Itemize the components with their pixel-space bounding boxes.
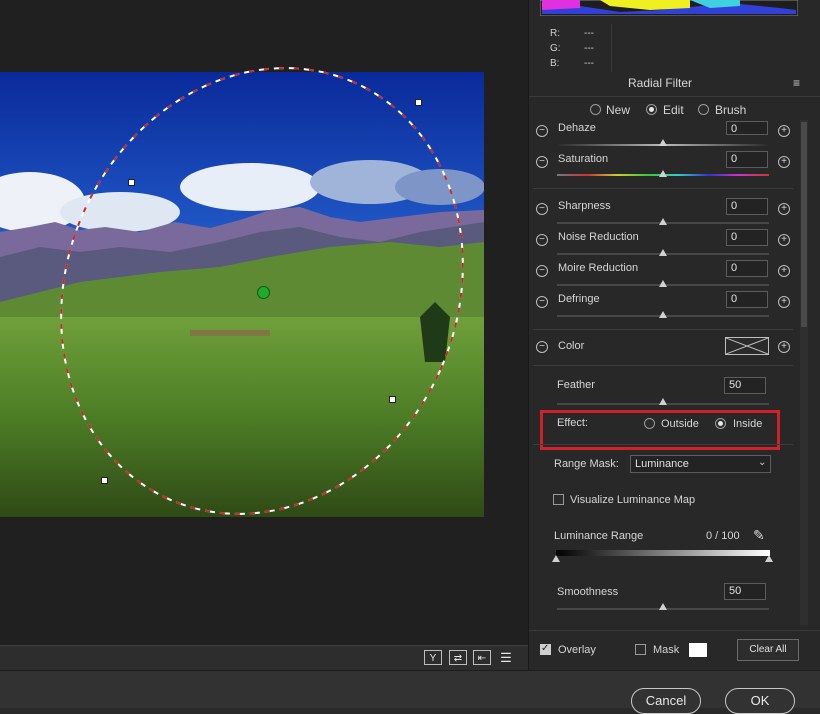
dehaze-minus-button[interactable]: − [536, 125, 548, 137]
divider [533, 329, 793, 330]
moire-reduction-slider-thumb[interactable] [659, 280, 667, 287]
defringe-label: Defringe [558, 293, 600, 305]
noise-reduction-plus-button[interactable]: + [778, 234, 790, 246]
mode-brush-radio[interactable] [698, 104, 709, 115]
smoothness-slider-thumb[interactable] [659, 603, 667, 610]
adjustment-panel [528, 0, 820, 670]
effect-label: Effect: [557, 417, 588, 429]
defringe-slider-thumb[interactable] [659, 311, 667, 318]
moire-reduction-plus-button[interactable]: + [778, 265, 790, 277]
moire-reduction-value[interactable]: 0 [726, 260, 768, 277]
moire-reduction-label: Moire Reduction [558, 262, 639, 274]
mask-color-swatch[interactable] [689, 643, 707, 657]
r-label: R: [550, 28, 560, 39]
saturation-minus-button[interactable]: − [536, 156, 548, 168]
color-minus-button[interactable]: − [536, 341, 548, 353]
y-compare-icon[interactable]: Y [424, 650, 442, 665]
feather-value[interactable]: 50 [724, 377, 766, 394]
chevron-down-icon[interactable]: ⌄ [758, 457, 766, 468]
effect-outside-label[interactable]: Outside [661, 418, 699, 430]
swap-icon[interactable]: ⇄ [449, 650, 467, 665]
defringe-minus-button[interactable]: − [536, 296, 548, 308]
dehaze-slider-thumb[interactable] [659, 139, 667, 146]
effect-inside-label[interactable]: Inside [733, 418, 762, 430]
noise-reduction-slider-thumb[interactable] [659, 249, 667, 256]
feather-slider-thumb[interactable] [659, 398, 667, 405]
defringe-value[interactable]: 0 [726, 291, 768, 308]
b-value: --- [584, 58, 594, 69]
dehaze-plus-button[interactable]: + [778, 125, 790, 137]
noise-reduction-label: Noise Reduction [558, 231, 639, 243]
cancel-button[interactable]: Cancel [631, 688, 701, 714]
luminance-range-label: Luminance Range [554, 530, 644, 542]
ok-button[interactable]: OK [725, 688, 795, 714]
noise-reduction-minus-button[interactable]: − [536, 234, 548, 246]
g-label: G: [550, 43, 561, 54]
r-value: --- [584, 28, 594, 39]
defringe-plus-button[interactable]: + [778, 296, 790, 308]
divider [533, 444, 793, 445]
copy-settings-icon[interactable]: ⇤ [473, 650, 491, 665]
sharpness-label: Sharpness [558, 200, 611, 212]
effect-outside-radio[interactable] [644, 418, 655, 429]
g-value: --- [584, 43, 594, 54]
moire-reduction-minus-button[interactable]: − [536, 265, 548, 277]
smoothness-value[interactable]: 50 [724, 583, 766, 600]
overlay-checkbox[interactable] [540, 643, 551, 655]
saturation-slider-thumb[interactable] [659, 170, 667, 177]
range-mask-select[interactable]: Luminance [630, 455, 771, 473]
divider [529, 630, 820, 631]
effect-inside-radio[interactable] [715, 418, 726, 429]
mode-edit-radio[interactable] [646, 104, 657, 115]
saturation-plus-button[interactable]: + [778, 156, 790, 168]
luminance-low-thumb[interactable] [552, 555, 560, 562]
sliders-icon[interactable]: ☰ [497, 650, 515, 665]
saturation-label: Saturation [558, 153, 609, 165]
luminance-range-gradient[interactable] [556, 550, 770, 556]
panel-title: Radial Filter [627, 76, 693, 90]
color-label: Color [558, 340, 585, 352]
clear-all-button[interactable]: Clear All [737, 639, 799, 661]
visualize-luminance-label[interactable]: Visualize Luminance Map [570, 494, 695, 506]
feather-label: Feather [557, 379, 595, 391]
visualize-luminance-checkbox[interactable] [553, 494, 564, 505]
divider [533, 365, 793, 366]
mode-edit-label[interactable]: Edit [663, 103, 684, 117]
luminance-range-value: 0 / 100 [706, 530, 740, 542]
divider [533, 188, 793, 189]
dehaze-value[interactable]: 0 [726, 121, 768, 135]
hamburger-icon[interactable]: ≡ [793, 76, 800, 90]
eyedropper-icon[interactable]: ✎ [753, 527, 765, 544]
mask-checkbox[interactable] [635, 644, 646, 655]
scrollbar-thumb[interactable] [801, 122, 807, 327]
overlay-label[interactable]: Overlay [558, 644, 596, 656]
mode-brush-label[interactable]: Brush [715, 103, 746, 117]
color-swatch[interactable] [725, 337, 769, 355]
saturation-value[interactable]: 0 [726, 151, 768, 168]
sharpness-plus-button[interactable]: + [778, 203, 790, 215]
range-mask-label: Range Mask: [554, 458, 619, 470]
mode-new-radio[interactable] [590, 104, 601, 115]
noise-reduction-value[interactable]: 0 [726, 229, 768, 246]
smoothness-label: Smoothness [557, 586, 619, 598]
histogram [539, 0, 799, 17]
color-plus-button[interactable]: + [778, 341, 790, 353]
sharpness-minus-button[interactable]: − [536, 203, 548, 215]
luminance-high-thumb[interactable] [765, 555, 773, 562]
dehaze-label: Dehaze [558, 122, 596, 134]
landscape-photo[interactable] [0, 72, 484, 517]
mask-label[interactable]: Mask [653, 644, 679, 656]
divider [611, 24, 612, 72]
divider [529, 96, 820, 97]
mode-new-label[interactable]: New [606, 103, 630, 117]
sharpness-value[interactable]: 0 [726, 198, 768, 215]
sharpness-slider-thumb[interactable] [659, 218, 667, 225]
b-label: B: [550, 58, 560, 69]
